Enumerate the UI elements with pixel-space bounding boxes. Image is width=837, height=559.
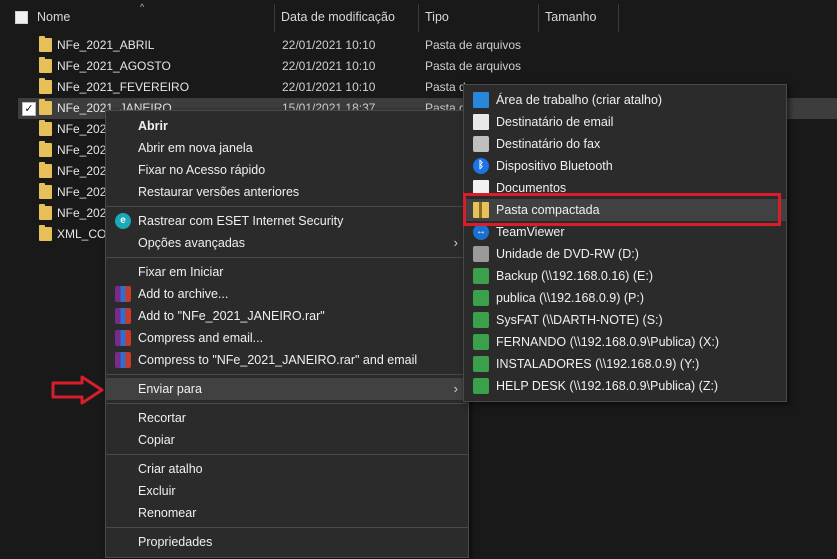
- menu-add-rar[interactable]: Add to "NFe_2021_JANEIRO.rar": [106, 305, 468, 327]
- menu-properties[interactable]: Propriedades: [106, 531, 468, 553]
- menu-divider: [106, 206, 468, 207]
- menu-add-archive[interactable]: Add to archive...: [106, 283, 468, 305]
- column-header: ^ Nome Data de modificação Tipo Tamanho: [0, 0, 837, 34]
- file-name: NFe_2021_ABRIL: [57, 38, 155, 52]
- file-date: 22/01/2021 10:10: [282, 80, 376, 94]
- folder-icon: [39, 141, 52, 157]
- column-name[interactable]: Nome: [37, 10, 70, 24]
- folder-icon: [39, 183, 52, 199]
- menu-divider: [106, 527, 468, 528]
- sendto-backup[interactable]: Backup (\\192.168.0.16) (E:): [464, 265, 786, 287]
- bluetooth-icon: ᛒ: [473, 158, 489, 174]
- context-menu: Abrir Abrir em nova janela Fixar no Aces…: [105, 110, 469, 558]
- chevron-right-icon: ›: [453, 381, 458, 396]
- folder-icon: [39, 225, 52, 241]
- folder-icon: [39, 99, 52, 115]
- network-drive-icon: [473, 378, 489, 394]
- sendto-bluetooth[interactable]: ᛒ Dispositivo Bluetooth: [464, 155, 786, 177]
- fax-icon: [473, 136, 489, 152]
- highlight-box: [463, 193, 781, 226]
- winrar-icon: [115, 352, 131, 368]
- select-all-checkbox[interactable]: [15, 11, 28, 24]
- folder-icon: [39, 36, 52, 52]
- desktop-icon: [473, 92, 489, 108]
- menu-send-to[interactable]: Enviar para ›: [106, 378, 468, 400]
- row-checkbox[interactable]: ✓: [22, 102, 36, 116]
- file-type: Pasta de arquivos: [425, 38, 522, 52]
- column-date[interactable]: Data de modificação: [281, 10, 395, 24]
- column-divider[interactable]: [538, 4, 539, 32]
- teamviewer-icon: ↔: [473, 224, 489, 240]
- sendto-mail[interactable]: Destinatário de email: [464, 111, 786, 133]
- network-drive-icon: [473, 356, 489, 372]
- column-size[interactable]: Tamanho: [545, 10, 596, 24]
- file-name: NFe_2021_FEVEREIRO: [57, 80, 190, 94]
- menu-pin-start[interactable]: Fixar em Iniciar: [106, 261, 468, 283]
- menu-restore-versions[interactable]: Restaurar versões anteriores: [106, 181, 468, 203]
- network-drive-icon: [473, 290, 489, 306]
- network-drive-icon: [473, 268, 489, 284]
- sendto-instaladores[interactable]: INSTALADORES (\\192.168.0.9) (Y:): [464, 353, 786, 375]
- sendto-sysfat[interactable]: SysFAT (\\DARTH-NOTE) (S:): [464, 309, 786, 331]
- sendto-dvd[interactable]: Unidade de DVD-RW (D:): [464, 243, 786, 265]
- menu-divider: [106, 454, 468, 455]
- menu-divider: [106, 257, 468, 258]
- column-divider[interactable]: [618, 4, 619, 32]
- file-date: 22/01/2021 10:10: [282, 38, 376, 52]
- column-divider[interactable]: [418, 4, 419, 32]
- menu-open[interactable]: Abrir: [106, 115, 468, 137]
- winrar-icon: [115, 330, 131, 346]
- winrar-icon: [115, 286, 131, 302]
- file-type: Pasta de arquivos: [425, 59, 522, 73]
- menu-copy[interactable]: Copiar: [106, 429, 468, 451]
- menu-divider: [106, 374, 468, 375]
- sendto-desktop[interactable]: Área de trabalho (criar atalho): [464, 89, 786, 111]
- folder-icon: [39, 162, 52, 178]
- menu-rename[interactable]: Renomear: [106, 502, 468, 524]
- folder-icon: [39, 57, 52, 73]
- folder-icon: [39, 204, 52, 220]
- folder-icon: [39, 78, 52, 94]
- file-name: XML_CO: [57, 227, 107, 241]
- column-type[interactable]: Tipo: [425, 10, 449, 24]
- sendto-helpdesk[interactable]: HELP DESK (\\192.168.0.9\Publica) (Z:): [464, 375, 786, 397]
- dvd-drive-icon: [473, 246, 489, 262]
- column-divider[interactable]: [274, 4, 275, 32]
- menu-eset-scan[interactable]: e Rastrear com ESET Internet Security: [106, 210, 468, 232]
- menu-compress-rar-email[interactable]: Compress to "NFe_2021_JANEIRO.rar" and e…: [106, 349, 468, 371]
- network-drive-icon: [473, 312, 489, 328]
- network-drive-icon: [473, 334, 489, 350]
- file-row[interactable]: NFe_2021_ABRIL 22/01/2021 10:10 Pasta de…: [18, 35, 837, 56]
- sendto-fax[interactable]: Destinatário do fax: [464, 133, 786, 155]
- menu-pin-quick-access[interactable]: Fixar no Acesso rápido: [106, 159, 468, 181]
- menu-delete[interactable]: Excluir: [106, 480, 468, 502]
- send-to-submenu: Área de trabalho (criar atalho) Destinat…: [463, 84, 787, 402]
- chevron-right-icon: ›: [453, 235, 458, 250]
- menu-create-shortcut[interactable]: Criar atalho: [106, 458, 468, 480]
- menu-advanced-options[interactable]: Opções avançadas ›: [106, 232, 468, 254]
- file-date: 22/01/2021 10:10: [282, 59, 376, 73]
- sort-arrow-icon: ^: [140, 2, 145, 12]
- menu-cut[interactable]: Recortar: [106, 407, 468, 429]
- red-arrow-icon: [51, 375, 104, 405]
- menu-open-new-window[interactable]: Abrir em nova janela: [106, 137, 468, 159]
- sendto-fernando[interactable]: FERNANDO (\\192.168.0.9\Publica) (X:): [464, 331, 786, 353]
- eset-icon: e: [115, 213, 131, 229]
- sendto-publica[interactable]: publica (\\192.168.0.9) (P:): [464, 287, 786, 309]
- menu-divider: [106, 403, 468, 404]
- file-name: NFe_2021_AGOSTO: [57, 59, 171, 73]
- menu-compress-email[interactable]: Compress and email...: [106, 327, 468, 349]
- mail-icon: [473, 114, 489, 130]
- folder-icon: [39, 120, 52, 136]
- file-row[interactable]: NFe_2021_AGOSTO 22/01/2021 10:10 Pasta d…: [18, 56, 837, 77]
- winrar-icon: [115, 308, 131, 324]
